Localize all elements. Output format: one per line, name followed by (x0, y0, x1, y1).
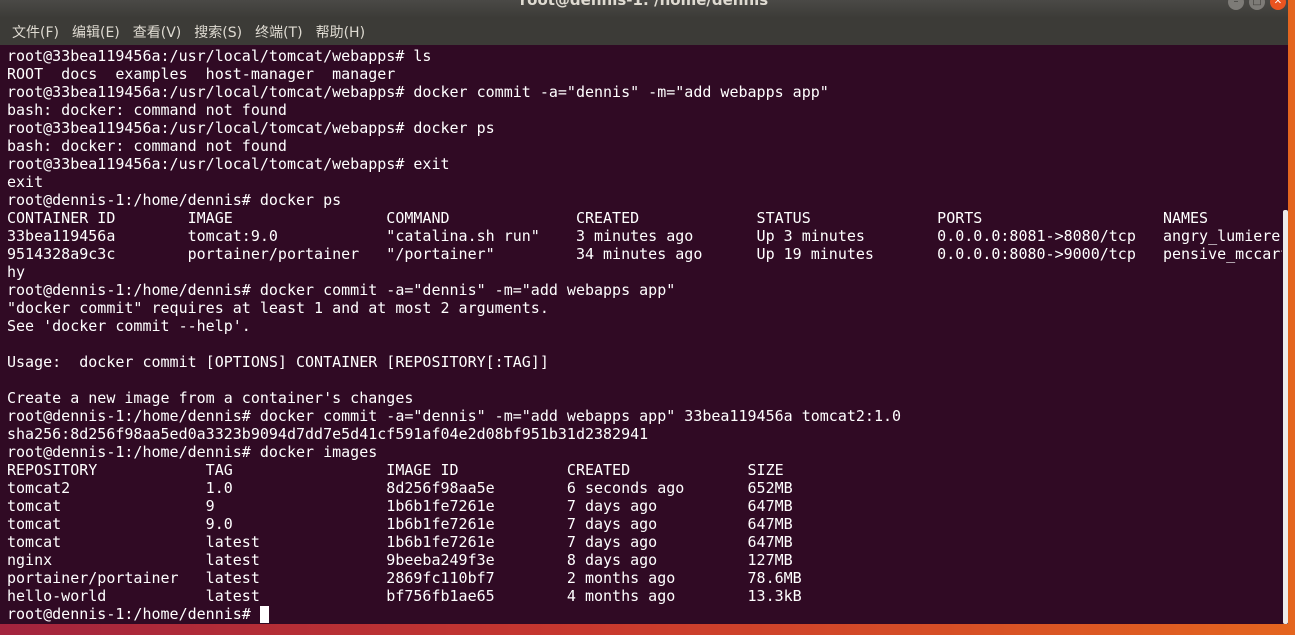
terminal-line: tomcat2 1.0 8d256f98aa5e 6 seconds ago 6… (7, 479, 793, 497)
terminal-line: nginx latest 9beeba249f3e 8 days ago 127… (7, 551, 793, 569)
terminal-line: root@dennis-1:/home/dennis# docker ps (7, 191, 342, 209)
terminal-line: REPOSITORY TAG IMAGE ID CREATED SIZE (7, 461, 784, 479)
terminal-line: hello-world latest bf756fb1ae65 4 months… (7, 587, 802, 605)
terminal-prompt: root@dennis-1:/home/dennis# (7, 605, 260, 623)
menu-terminal[interactable]: 终端(T) (255, 22, 302, 42)
terminal-line: tomcat latest 1b6b1fe7261e 7 days ago 64… (7, 533, 793, 551)
terminal-line: exit (7, 173, 44, 191)
maximize-icon[interactable]: □ (1249, 0, 1265, 10)
terminal-line: Usage: docker commit [OPTIONS] CONTAINER… (7, 353, 549, 371)
terminal-line: root@dennis-1:/home/dennis# docker commi… (7, 407, 902, 425)
terminal-prompt-line[interactable]: root@dennis-1:/home/dennis# (7, 605, 269, 623)
terminal-line: sha256:8d256f98aa5ed0a3323b9094d7dd7e5d4… (7, 425, 649, 443)
menu-edit[interactable]: 编辑(E) (72, 22, 120, 42)
menu-view[interactable]: 查看(V) (133, 22, 182, 42)
menu-help[interactable]: 帮助(H) (316, 22, 365, 42)
terminal-line: CONTAINER ID IMAGE COMMAND CREATED STATU… (7, 209, 1209, 227)
terminal-line: root@33bea119456a:/usr/local/tomcat/weba… (7, 155, 450, 173)
window-title: root@dennis-1: /home/dennis (519, 0, 769, 9)
terminal-line: tomcat 9 1b6b1fe7261e 7 days ago 647MB (7, 497, 793, 515)
terminal-line: 9514328a9c3c portainer/portainer "/porta… (7, 245, 1282, 263)
terminal-line: root@dennis-1:/home/dennis# docker image… (7, 443, 378, 461)
terminal-output[interactable]: root@33bea119456a:/usr/local/tomcat/weba… (0, 45, 1282, 624)
terminal-line: root@dennis-1:/home/dennis# docker commi… (7, 281, 676, 299)
terminal-line: portainer/portainer latest 2869fc110bf7 … (7, 569, 802, 587)
close-icon[interactable]: ✕ (1270, 0, 1286, 10)
terminal-line: bash: docker: command not found (7, 101, 287, 119)
desktop-background-bottom (0, 624, 1295, 635)
terminal-line: root@33bea119456a:/usr/local/tomcat/weba… (7, 47, 432, 65)
minimize-icon[interactable]: – (1228, 0, 1244, 10)
terminal-line: bash: docker: command not found (7, 137, 287, 155)
terminal-cursor (259, 606, 269, 623)
menu-search[interactable]: 搜索(S) (194, 22, 242, 42)
terminal-line: See 'docker commit --help'. (7, 317, 251, 335)
terminal-line: hy (7, 263, 26, 281)
menu-file[interactable]: 文件(F) (12, 22, 59, 42)
terminal-line: root@33bea119456a:/usr/local/tomcat/weba… (7, 119, 495, 137)
terminal-line: ROOT docs examples host-manager manager (7, 65, 396, 83)
terminal-line: "docker commit" requires at least 1 and … (7, 299, 549, 317)
menu-bar: 文件(F) 编辑(E) 查看(V) 搜索(S) 终端(T) 帮助(H) (0, 18, 1288, 45)
desktop-background (1288, 0, 1295, 635)
terminal-line: 33bea119456a tomcat:9.0 "catalina.sh run… (7, 227, 1281, 245)
terminal-line: tomcat 9.0 1b6b1fe7261e 7 days ago 647MB (7, 515, 793, 533)
terminal-line: Create a new image from a container's ch… (7, 389, 414, 407)
terminal-line: root@33bea119456a:/usr/local/tomcat/weba… (7, 83, 829, 101)
terminal-window: root@dennis-1: /home/dennis – □ ✕ 文件(F) … (0, 0, 1288, 624)
window-controls: – □ ✕ (1228, 0, 1286, 10)
window-titlebar[interactable]: root@dennis-1: /home/dennis – □ ✕ (0, 0, 1288, 18)
